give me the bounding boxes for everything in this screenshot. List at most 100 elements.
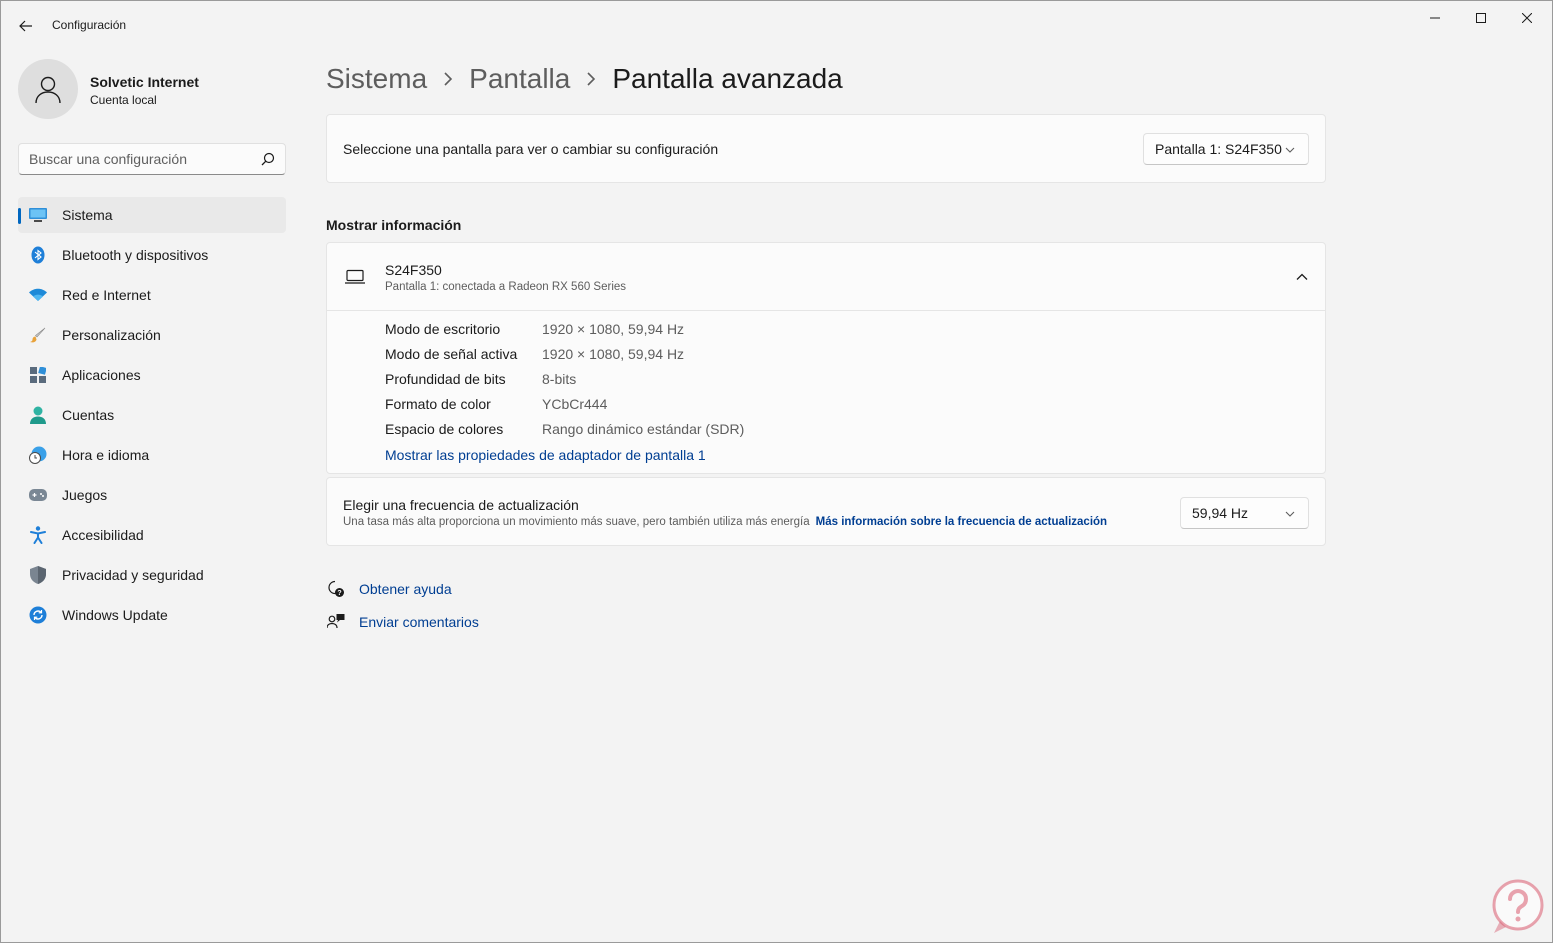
sidebar-item-label: Bluetooth y dispositivos <box>62 247 209 263</box>
laptop-icon <box>345 269 365 284</box>
wifi-icon <box>29 286 47 304</box>
sidebar-item-label: Privacidad y seguridad <box>62 567 204 583</box>
sidebar-item-label: Red e Internet <box>62 287 151 303</box>
sidebar-item-red[interactable]: Red e Internet <box>18 277 286 313</box>
sidebar-item-hora[interactable]: Hora e idioma <box>18 437 286 473</box>
svg-text:?: ? <box>337 590 341 597</box>
app-title: Configuración <box>52 18 127 32</box>
refresh-rate-info-link[interactable]: Más información sobre la frecuencia de a… <box>816 516 1107 528</box>
chevron-down-icon <box>1285 511 1295 517</box>
feedback-icon <box>326 612 346 632</box>
info-row: Espacio de colores Rango dinámico estánd… <box>385 421 744 446</box>
user-name: Solvetic Internet <box>90 74 199 90</box>
brush-icon <box>29 326 47 344</box>
info-key: Formato de color <box>385 396 491 412</box>
update-icon <box>29 606 47 624</box>
maximize-button[interactable] <box>1458 1 1504 35</box>
page-title: Pantalla avanzada <box>612 63 843 94</box>
chevron-up-icon[interactable] <box>1295 270 1309 284</box>
feedback-link[interactable]: Enviar comentarios <box>326 611 479 633</box>
display-select-card: Seleccione una pantalla para ver o cambi… <box>326 114 1326 183</box>
info-row: Profundidad de bits 8-bits <box>385 371 744 396</box>
clock-globe-icon <box>29 446 47 464</box>
account-type: Cuenta local <box>90 93 157 107</box>
title-bar: Configuración <box>1 1 1552 49</box>
user-icon <box>35 76 61 104</box>
info-row: Modo de señal activa 1920 × 1080, 59,94 … <box>385 346 744 371</box>
info-value: 1920 × 1080, 59,94 Hz <box>542 346 685 362</box>
refresh-rate-dropdown[interactable]: 59,94 Hz <box>1180 497 1309 529</box>
back-arrow-icon <box>19 20 32 32</box>
sidebar-item-sistema[interactable]: Sistema <box>18 197 286 233</box>
bluetooth-icon <box>29 246 47 264</box>
sidebar-item-label: Aplicaciones <box>62 367 141 383</box>
get-help-label: Obtener ayuda <box>359 581 452 597</box>
info-key: Profundidad de bits <box>385 371 506 387</box>
refresh-rate-title: Elegir una frecuencia de actualización <box>343 497 579 513</box>
sidebar-item-label: Personalización <box>62 327 161 343</box>
sidebar-item-windows-update[interactable]: Windows Update <box>18 597 286 633</box>
info-key: Modo de escritorio <box>385 321 501 337</box>
sidebar-item-juegos[interactable]: Juegos <box>18 477 286 513</box>
refresh-rate-description: Una tasa más alta proporciona un movimie… <box>343 516 1107 528</box>
display-select-label: Seleccione una pantalla para ver o cambi… <box>343 141 719 157</box>
display-dropdown[interactable]: Pantalla 1: S24F350 <box>1143 133 1309 165</box>
account-icon <box>29 406 47 424</box>
sidebar-item-bluetooth[interactable]: Bluetooth y dispositivos <box>18 237 286 273</box>
chevron-right-icon <box>427 72 469 86</box>
sidebar-item-aplicaciones[interactable]: Aplicaciones <box>18 357 286 393</box>
close-button[interactable] <box>1504 1 1550 35</box>
sidebar-item-cuentas[interactable]: Cuentas <box>18 397 286 433</box>
breadcrumb-pantalla[interactable]: Pantalla <box>469 63 570 95</box>
display-name: S24F350 <box>385 262 442 278</box>
close-icon <box>1522 13 1532 23</box>
sidebar-item-label: Hora e idioma <box>62 447 150 463</box>
section-title: Mostrar información <box>326 217 462 233</box>
display-subtitle: Pantalla 1: conectada a Radeon RX 560 Se… <box>385 281 627 293</box>
sidebar-item-label: Juegos <box>62 487 108 503</box>
get-help-link[interactable]: ? Obtener ayuda <box>326 578 479 600</box>
chevron-down-icon <box>1285 147 1295 153</box>
shield-icon <box>29 566 47 584</box>
gamepad-icon <box>29 486 47 504</box>
solvetic-logo-icon <box>1492 879 1544 933</box>
info-key: Espacio de colores <box>385 421 504 437</box>
display-dropdown-value: Pantalla 1: S24F350 <box>1155 141 1282 157</box>
breadcrumb: Sistema Pantalla Pantalla avanzada <box>326 59 843 99</box>
sidebar-item-accesibilidad[interactable]: Accesibilidad <box>18 517 286 553</box>
avatar <box>18 59 78 119</box>
breadcrumb-sistema[interactable]: Sistema <box>326 63 427 95</box>
system-icon <box>29 206 47 224</box>
search-icon[interactable] <box>261 152 275 166</box>
info-row: Modo de escritorio 1920 × 1080, 59,94 Hz <box>385 321 744 346</box>
info-value: YCbCr444 <box>542 396 608 412</box>
user-profile[interactable]: Solvetic Internet Cuenta local <box>18 59 288 119</box>
adapter-properties-link[interactable]: Mostrar las propiedades de adaptador de … <box>385 447 706 463</box>
refresh-rate-value: 59,94 Hz <box>1192 505 1249 521</box>
info-key: Modo de señal activa <box>385 346 518 362</box>
refresh-rate-description-text: Una tasa más alta proporciona un movimie… <box>343 516 810 528</box>
display-info-header[interactable]: S24F350 Pantalla 1: conectada a Radeon R… <box>327 243 1325 311</box>
info-value: 1920 × 1080, 59,94 Hz <box>542 321 685 337</box>
sidebar-item-personalizacion[interactable]: Personalización <box>18 317 286 353</box>
minimize-button[interactable] <box>1412 1 1458 35</box>
info-value: Rango dinámico estándar (SDR) <box>542 421 745 437</box>
help-links: ? Obtener ayuda Enviar comentarios <box>326 578 479 644</box>
apps-icon <box>29 366 47 384</box>
feedback-label: Enviar comentarios <box>359 614 479 630</box>
search-box <box>18 143 286 175</box>
maximize-icon <box>1476 13 1486 23</box>
sidebar-item-label: Sistema <box>62 207 113 223</box>
refresh-rate-card: Elegir una frecuencia de actualización U… <box>326 477 1326 546</box>
help-icon: ? <box>326 579 346 599</box>
sidebar-nav: Sistema Bluetooth y dispositivos Red e I… <box>18 197 286 637</box>
search-input[interactable] <box>29 150 254 168</box>
info-value: 8-bits <box>542 371 577 387</box>
sidebar-item-label: Accesibilidad <box>62 527 144 543</box>
settings-window: Configuración Solvetic Internet Cuenta l… <box>0 0 1553 943</box>
back-button[interactable] <box>13 13 39 39</box>
sidebar-item-privacidad[interactable]: Privacidad y seguridad <box>18 557 286 593</box>
chevron-right-icon <box>570 72 612 86</box>
sidebar-item-label: Cuentas <box>62 407 115 423</box>
display-info-rows: Modo de escritorio 1920 × 1080, 59,94 Hz… <box>385 321 744 446</box>
